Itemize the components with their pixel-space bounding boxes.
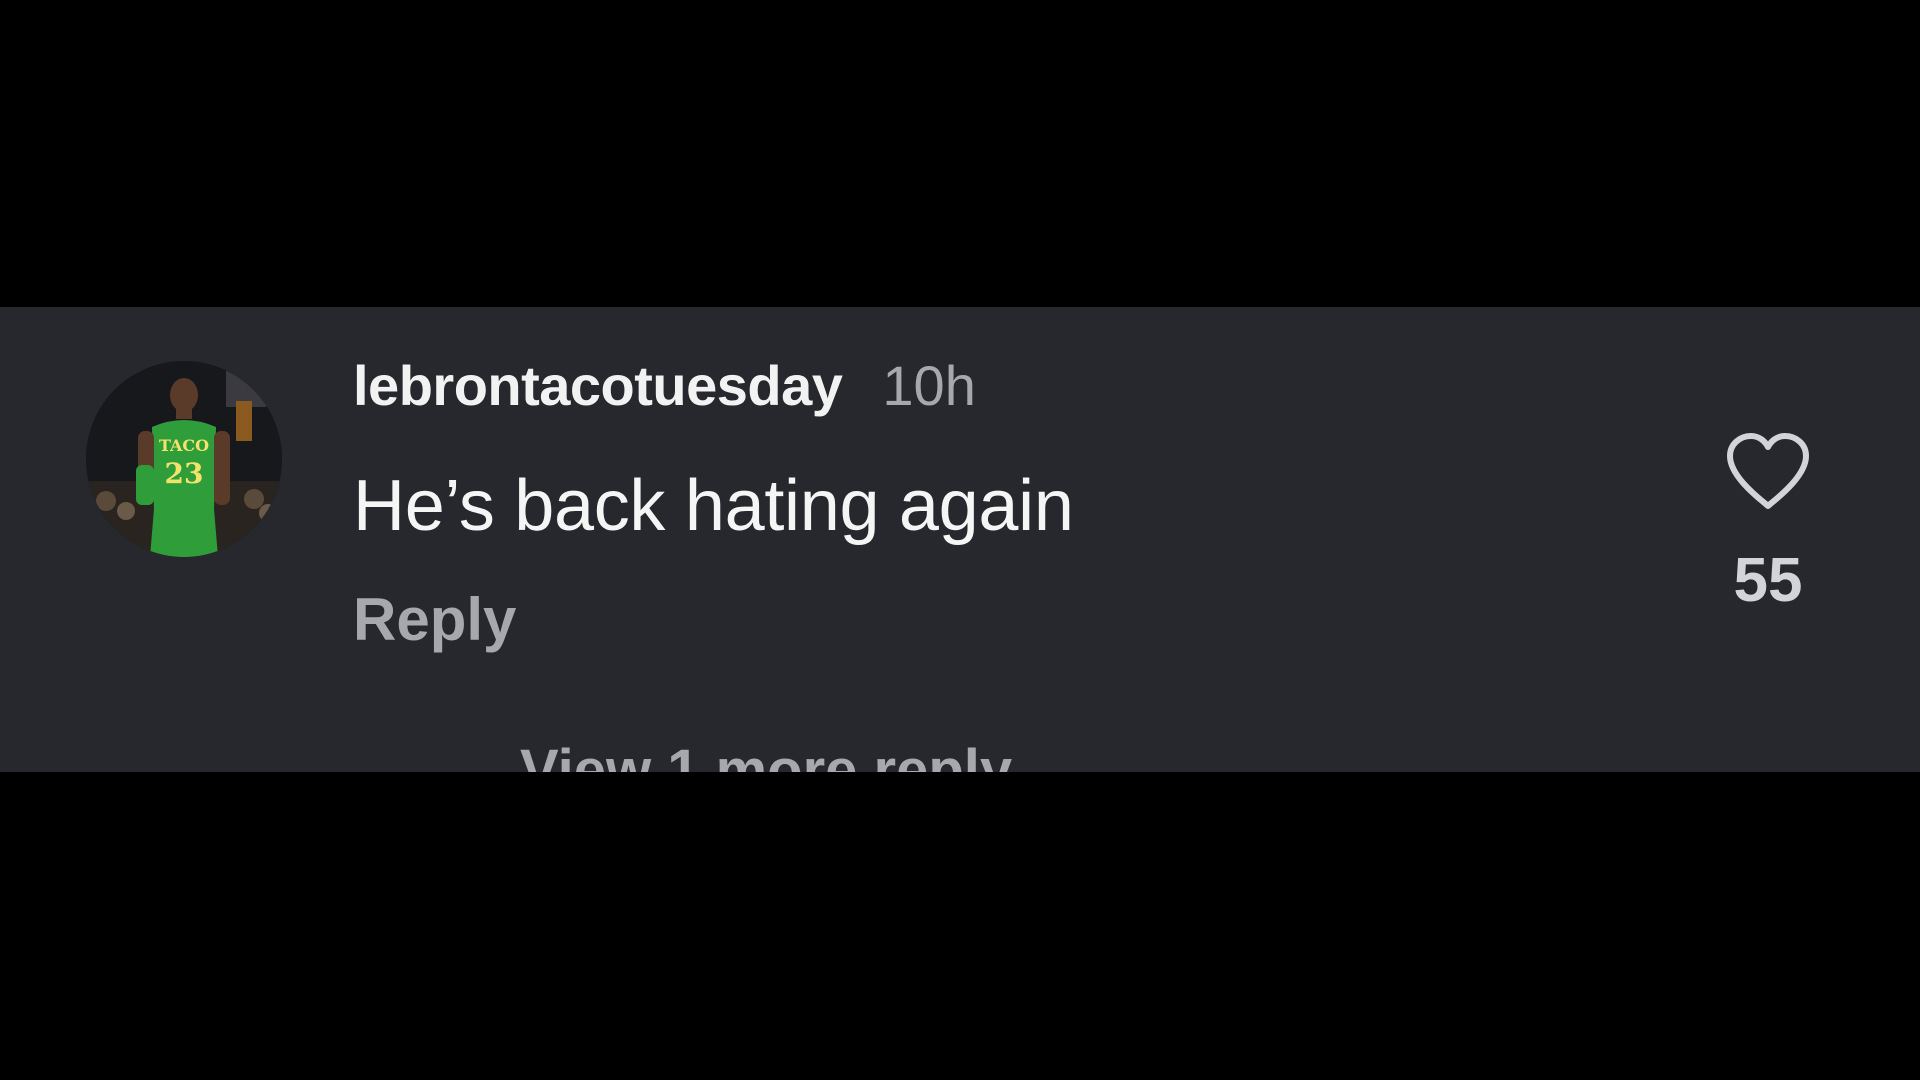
- comment-meta: lebrontacotuesday 10h: [353, 353, 976, 418]
- reply-button[interactable]: Reply: [353, 585, 516, 654]
- avatar-jersey-number: 23: [165, 457, 204, 490]
- timestamp: 10h: [882, 354, 976, 417]
- avatar-image: TACO 23: [86, 361, 282, 557]
- screen: TACO 23 lebrontacotuesday 10h He’s back …: [0, 0, 1920, 1080]
- avatar[interactable]: TACO 23: [86, 361, 282, 557]
- view-more-replies-button[interactable]: View 1 more reply: [520, 737, 1012, 772]
- like-count: 55: [1733, 546, 1803, 615]
- heart-outline-icon[interactable]: [1724, 432, 1812, 512]
- username[interactable]: lebrontacotuesday: [353, 353, 843, 418]
- comment-item: TACO 23 lebrontacotuesday 10h He’s back …: [0, 307, 1920, 772]
- avatar-jersey-text: TACO: [159, 436, 209, 455]
- comment-text: He’s back hating again: [353, 466, 1074, 546]
